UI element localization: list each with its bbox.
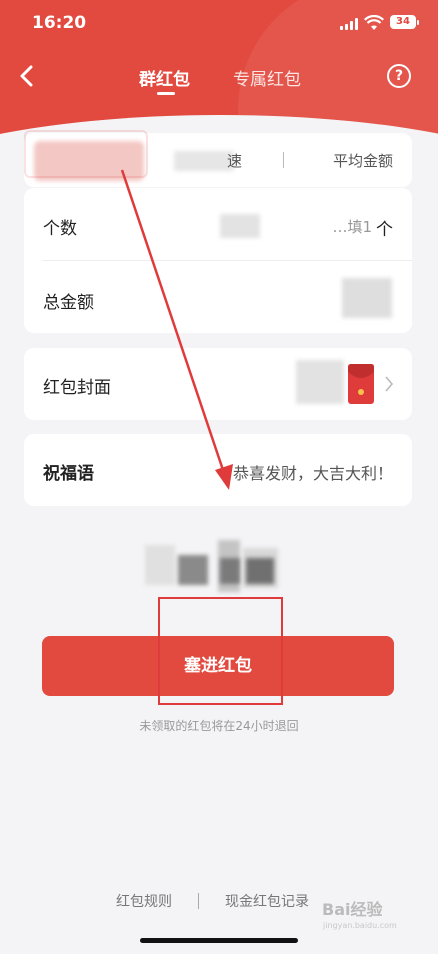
pixelated-region	[296, 360, 344, 404]
top-nav: 群红包 专属红包 ?	[0, 55, 438, 99]
cash-red-packet-records-link[interactable]: 现金红包记录	[225, 891, 309, 911]
wifi-icon	[364, 15, 384, 30]
red-packet-cover-icon	[348, 364, 374, 404]
cover-label: 红包封面	[43, 378, 111, 398]
tab-exclusive-red-packet[interactable]: 专属红包	[233, 65, 301, 90]
home-indicator[interactable]	[140, 938, 298, 943]
type-option-partial[interactable]: 速	[227, 150, 242, 171]
greeting-label: 祝福语	[43, 464, 94, 484]
count-label: 个数	[43, 219, 77, 239]
help-icon[interactable]: ?	[387, 64, 411, 88]
status-time: 16:20	[32, 13, 87, 33]
back-icon[interactable]	[16, 61, 40, 91]
type-divider	[283, 152, 284, 168]
watermark-logo: Bai经验	[322, 900, 383, 919]
greeting-input[interactable]: 恭喜发财，大吉大利！	[233, 460, 393, 484]
battery-icon: 34	[390, 15, 419, 29]
pixelated-amount-input[interactable]	[342, 278, 392, 318]
refund-note: 未领取的红包将在24小时退回	[139, 719, 299, 733]
pixelated-region	[220, 214, 260, 238]
red-packet-rules-link[interactable]: 红包规则	[116, 891, 172, 911]
footer-divider	[198, 893, 199, 909]
greeting-card[interactable]: 祝福语 恭喜发财，大吉大利！	[24, 434, 412, 506]
watermark-url: jingyan.baidu.com	[323, 921, 397, 930]
amount-card: 个数 …填1 个 总金额	[24, 188, 412, 333]
count-unit: 个	[376, 220, 393, 240]
cover-card[interactable]: 红包封面	[24, 348, 412, 420]
tab-group-red-packet[interactable]: 群红包	[139, 65, 190, 90]
total-amount-label: 总金额	[43, 293, 94, 313]
annotation-box-top	[24, 130, 148, 178]
row-divider	[42, 260, 412, 261]
annotation-box	[158, 597, 283, 705]
status-bar: 16:20 34	[0, 0, 438, 46]
pixelated-region	[174, 151, 234, 171]
count-input[interactable]: …填1	[332, 216, 372, 237]
type-option-average[interactable]: 平均金额	[333, 150, 393, 171]
signal-icon	[340, 18, 360, 30]
tab-active-indicator	[157, 92, 175, 95]
chevron-right-icon	[385, 376, 394, 392]
